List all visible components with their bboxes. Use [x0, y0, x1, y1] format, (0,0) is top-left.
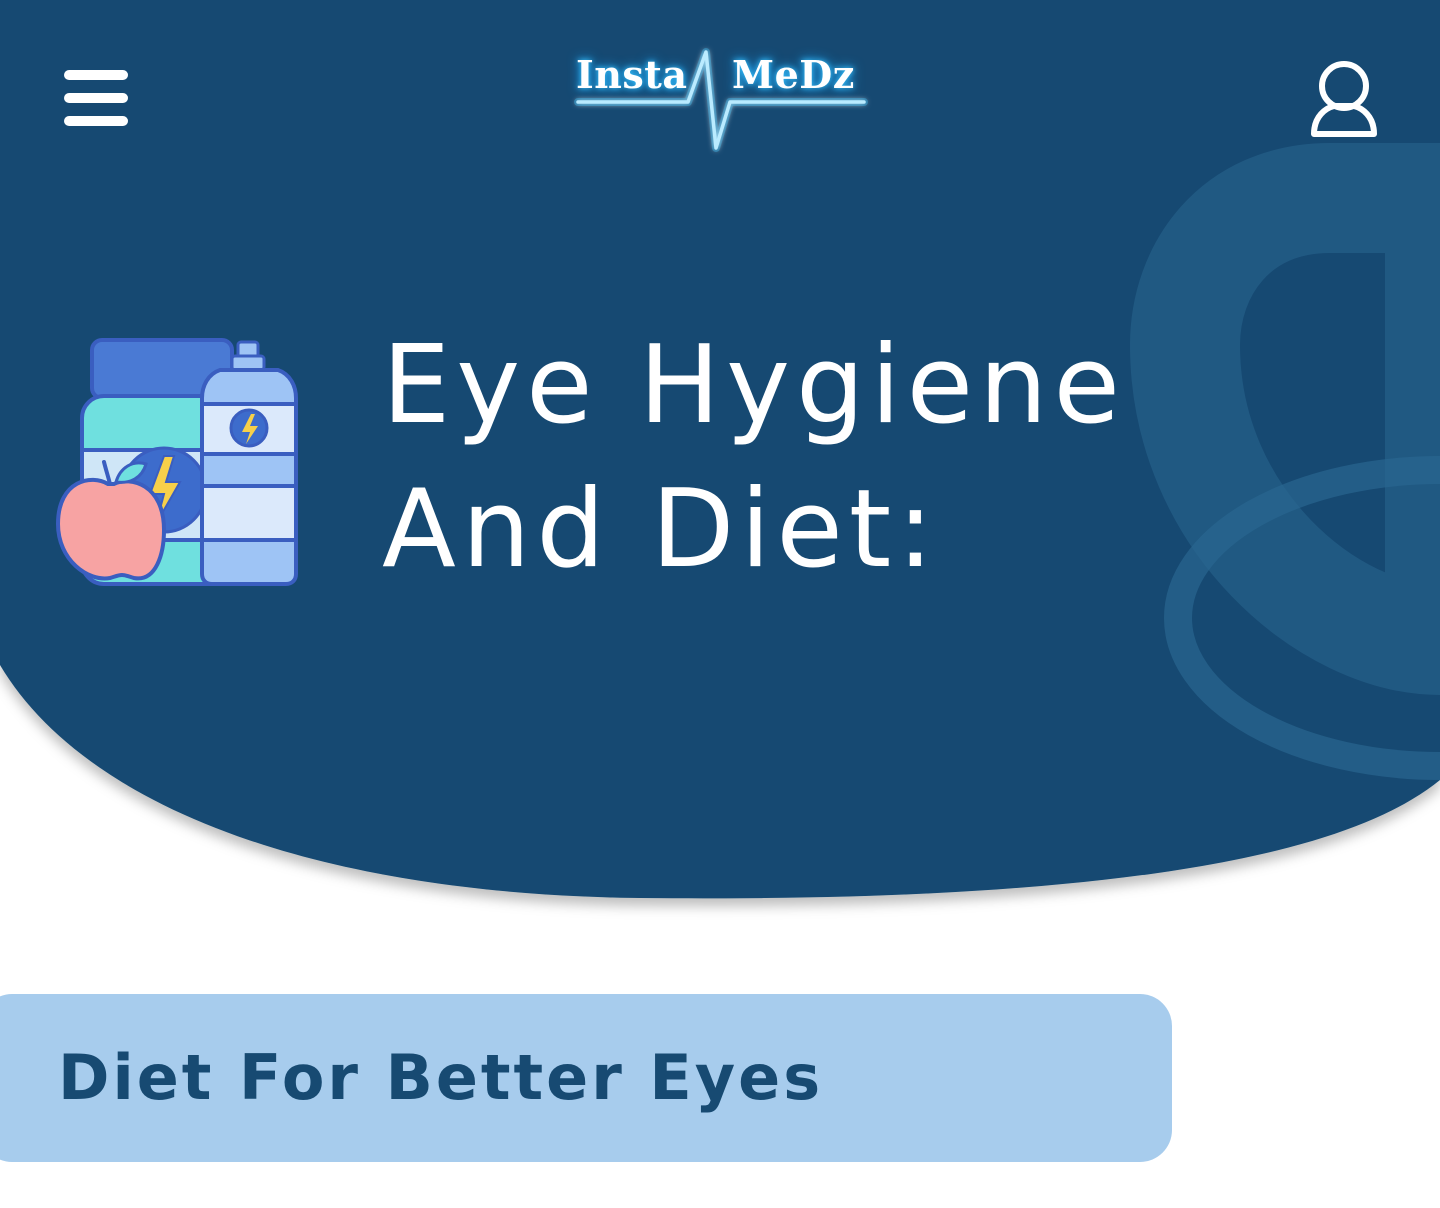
page: Insta MeDz Eye Hygiene And Diet: Diet Fo… — [0, 0, 1440, 1208]
page-title: Eye Hygiene And Diet: — [382, 314, 1242, 602]
app-logo[interactable]: Insta MeDz — [560, 40, 880, 164]
user-profile-icon — [1311, 61, 1377, 137]
section-title: Diet For Better Eyes — [58, 1041, 824, 1114]
hamburger-menu-icon — [64, 70, 128, 126]
menu-button[interactable] — [52, 56, 140, 140]
section-header-diet: Diet For Better Eyes — [0, 994, 1172, 1162]
profile-button[interactable] — [1298, 54, 1390, 146]
nutrition-supplement-jar-apple-water-bottle-icon — [55, 338, 298, 586]
page-title-line-1: Eye Hygiene — [382, 323, 1126, 448]
logo-word-right: MeDz — [732, 52, 855, 97]
page-title-line-2: And Diet: — [382, 467, 940, 592]
